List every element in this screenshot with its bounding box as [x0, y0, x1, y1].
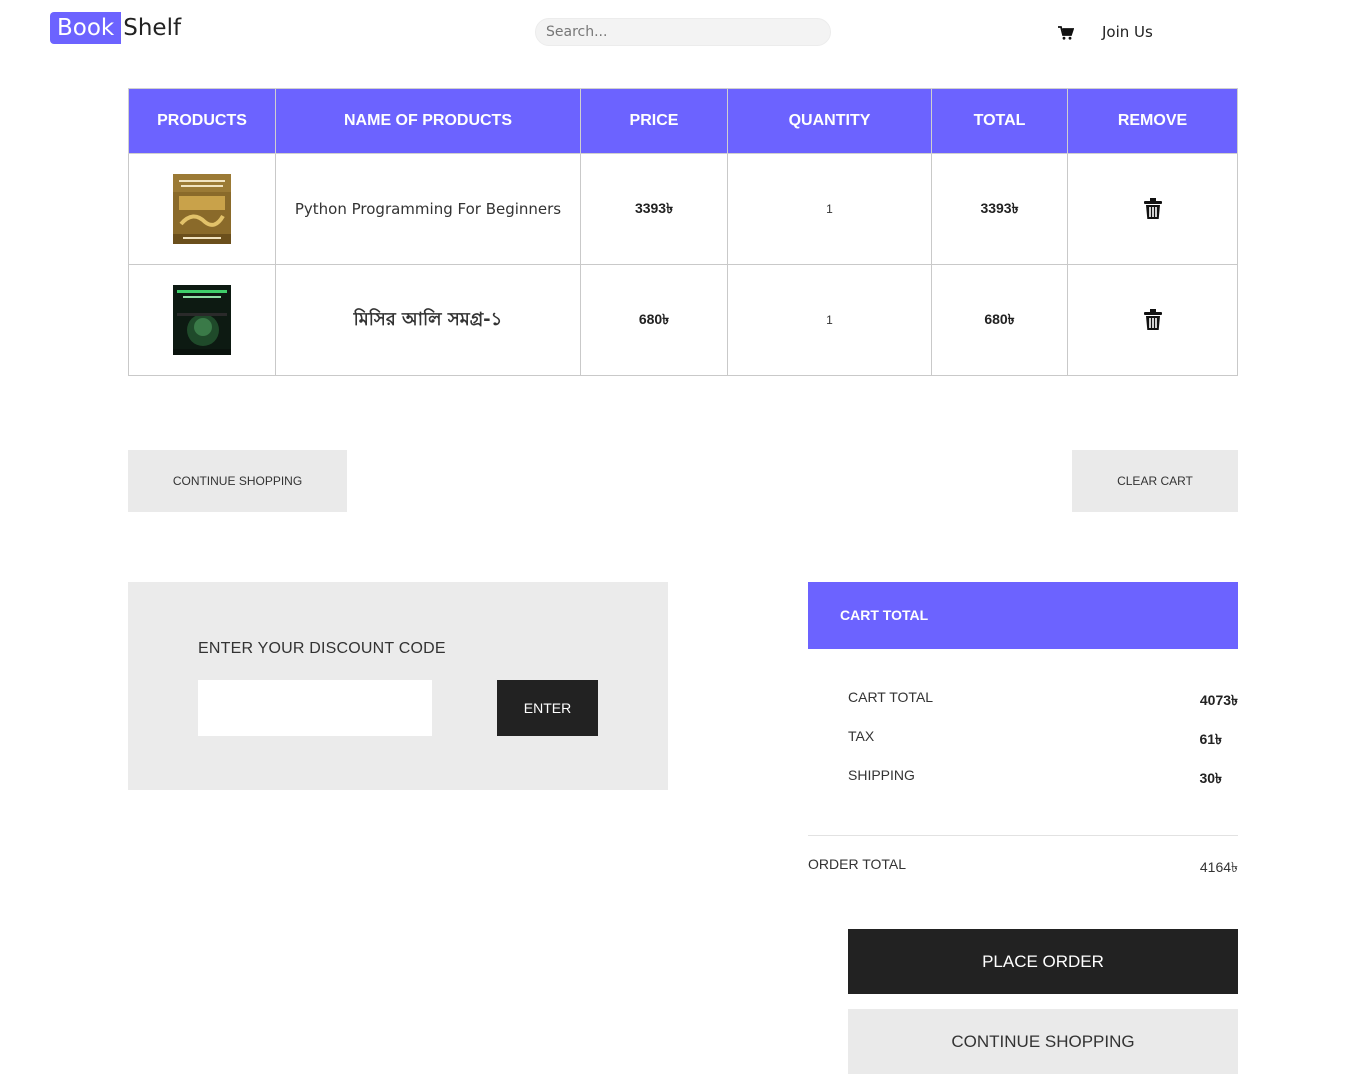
product-quantity: 1 [826, 313, 833, 327]
product-total: 680৳ [984, 311, 1015, 327]
product-name[interactable]: মিসির আলি সমগ্র-১ [354, 309, 503, 330]
table-row: Python Programming For Beginners 3393৳ 1… [128, 153, 1238, 265]
discount-title: ENTER YOUR DISCOUNT CODE [198, 640, 446, 657]
column-header-total: TOTAL [931, 88, 1068, 154]
tax-label: TAX [848, 728, 875, 744]
logo-shelf-text: Shelf [123, 15, 182, 41]
cart-total-value: 4073৳ [1199, 692, 1238, 708]
logo[interactable]: Book Shelf [50, 12, 181, 44]
cart-total-header: CART TOTAL [808, 582, 1238, 649]
column-header-name: NAME OF PRODUCTS [275, 88, 581, 154]
discount-code-input[interactable] [198, 680, 432, 736]
tax-row: TAX 61৳ [848, 728, 1238, 747]
place-order-button[interactable]: PLACE ORDER [848, 929, 1238, 994]
totals-divider [808, 835, 1238, 836]
tax-value: 61৳ [1199, 731, 1222, 747]
shipping-label: SHIPPING [848, 767, 915, 783]
cart-total-row: CART TOTAL 4073৳ [848, 689, 1238, 708]
shipping-row: SHIPPING 30৳ [848, 767, 1238, 786]
column-header-price: PRICE [580, 88, 728, 154]
column-header-quantity: QUANTITY [727, 88, 932, 154]
search-input[interactable] [535, 18, 831, 46]
product-quantity: 1 [826, 202, 833, 216]
product-price: 680৳ [638, 311, 670, 327]
column-header-products: PRODUCTS [128, 88, 276, 154]
order-total-row: ORDER TOTAL 4164৳ [808, 856, 1238, 875]
product-image-cell [128, 153, 276, 265]
cart-icon[interactable] [1058, 26, 1075, 40]
trash-icon[interactable] [1143, 309, 1162, 331]
product-image-cell [128, 264, 276, 376]
shipping-value: 30৳ [1199, 770, 1222, 786]
cart-total-heading: CART TOTAL [840, 607, 929, 623]
clear-cart-button[interactable]: CLEAR CART [1072, 450, 1238, 512]
product-price: 3393৳ [634, 200, 674, 216]
book-cover-misir-ali[interactable] [173, 285, 231, 355]
product-name[interactable]: Python Programming For Beginners [295, 200, 561, 218]
table-header-row: PRODUCTS NAME OF PRODUCTS PRICE QUANTITY… [128, 88, 1238, 154]
cart-total-label: CART TOTAL [848, 689, 934, 705]
order-total-label: ORDER TOTAL [808, 856, 907, 872]
discount-panel: ENTER YOUR DISCOUNT CODE ENTER [128, 582, 668, 790]
product-total: 3393৳ [980, 200, 1019, 216]
continue-shopping-button-bottom[interactable]: CONTINUE SHOPPING [848, 1009, 1238, 1074]
logo-book-text: Book [50, 12, 122, 44]
join-us-link[interactable]: Join Us [1102, 23, 1153, 41]
trash-icon[interactable] [1143, 198, 1162, 220]
table-row: মিসির আলি সমগ্র-১ 680৳ 1 680৳ [128, 264, 1238, 376]
column-header-remove: REMOVE [1067, 88, 1238, 154]
cart-table: PRODUCTS NAME OF PRODUCTS PRICE QUANTITY… [128, 88, 1238, 376]
continue-shopping-button[interactable]: CONTINUE SHOPPING [128, 450, 347, 512]
enter-discount-button[interactable]: ENTER [497, 680, 598, 736]
order-total-value: 4164৳ [1199, 859, 1238, 875]
book-cover-python[interactable] [173, 174, 231, 244]
